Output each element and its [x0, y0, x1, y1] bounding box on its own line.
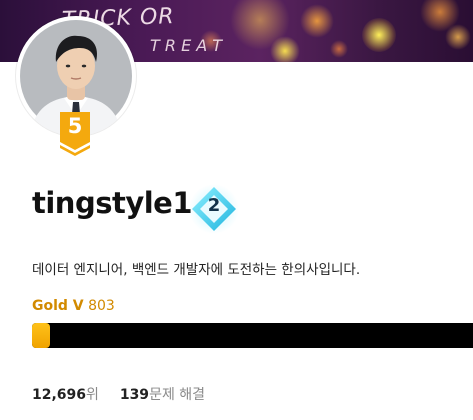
- rank-stat[interactable]: 12,696위: [32, 387, 103, 403]
- bokeh-light: [300, 4, 334, 38]
- rating-value: 803: [88, 298, 115, 314]
- username: tingstyle1: [32, 186, 193, 220]
- bokeh-light: [445, 24, 471, 50]
- bokeh-light: [270, 36, 300, 62]
- diamond-class-icon[interactable]: 2: [188, 183, 240, 235]
- solved-stat[interactable]: 139문제 해결: [120, 387, 205, 403]
- banner-caption: T R E A T: [150, 36, 223, 55]
- tier-name: Gold V: [32, 298, 84, 314]
- bokeh-light: [362, 18, 396, 52]
- class-level-number: 2: [207, 195, 221, 216]
- rank-unit: 위: [86, 387, 99, 403]
- gold-tier-chevron-icon: 5: [58, 112, 92, 156]
- profile-stats: 12,696위 139문제 해결: [32, 384, 205, 404]
- rating-progress-fill: [32, 323, 50, 348]
- tier-rating[interactable]: Gold V 803: [32, 298, 115, 314]
- solved-value: 139: [119, 387, 150, 403]
- solved-unit: 문제 해결: [149, 387, 206, 403]
- rank-value: 12,696: [32, 387, 87, 403]
- tier-level-number: 5: [67, 114, 83, 138]
- bokeh-light: [330, 40, 348, 58]
- rating-progress-bar: [32, 323, 473, 348]
- profile-bio: 데이터 엔지니어, 백엔드 개발자에 도전하는 한의사입니다.: [32, 262, 361, 278]
